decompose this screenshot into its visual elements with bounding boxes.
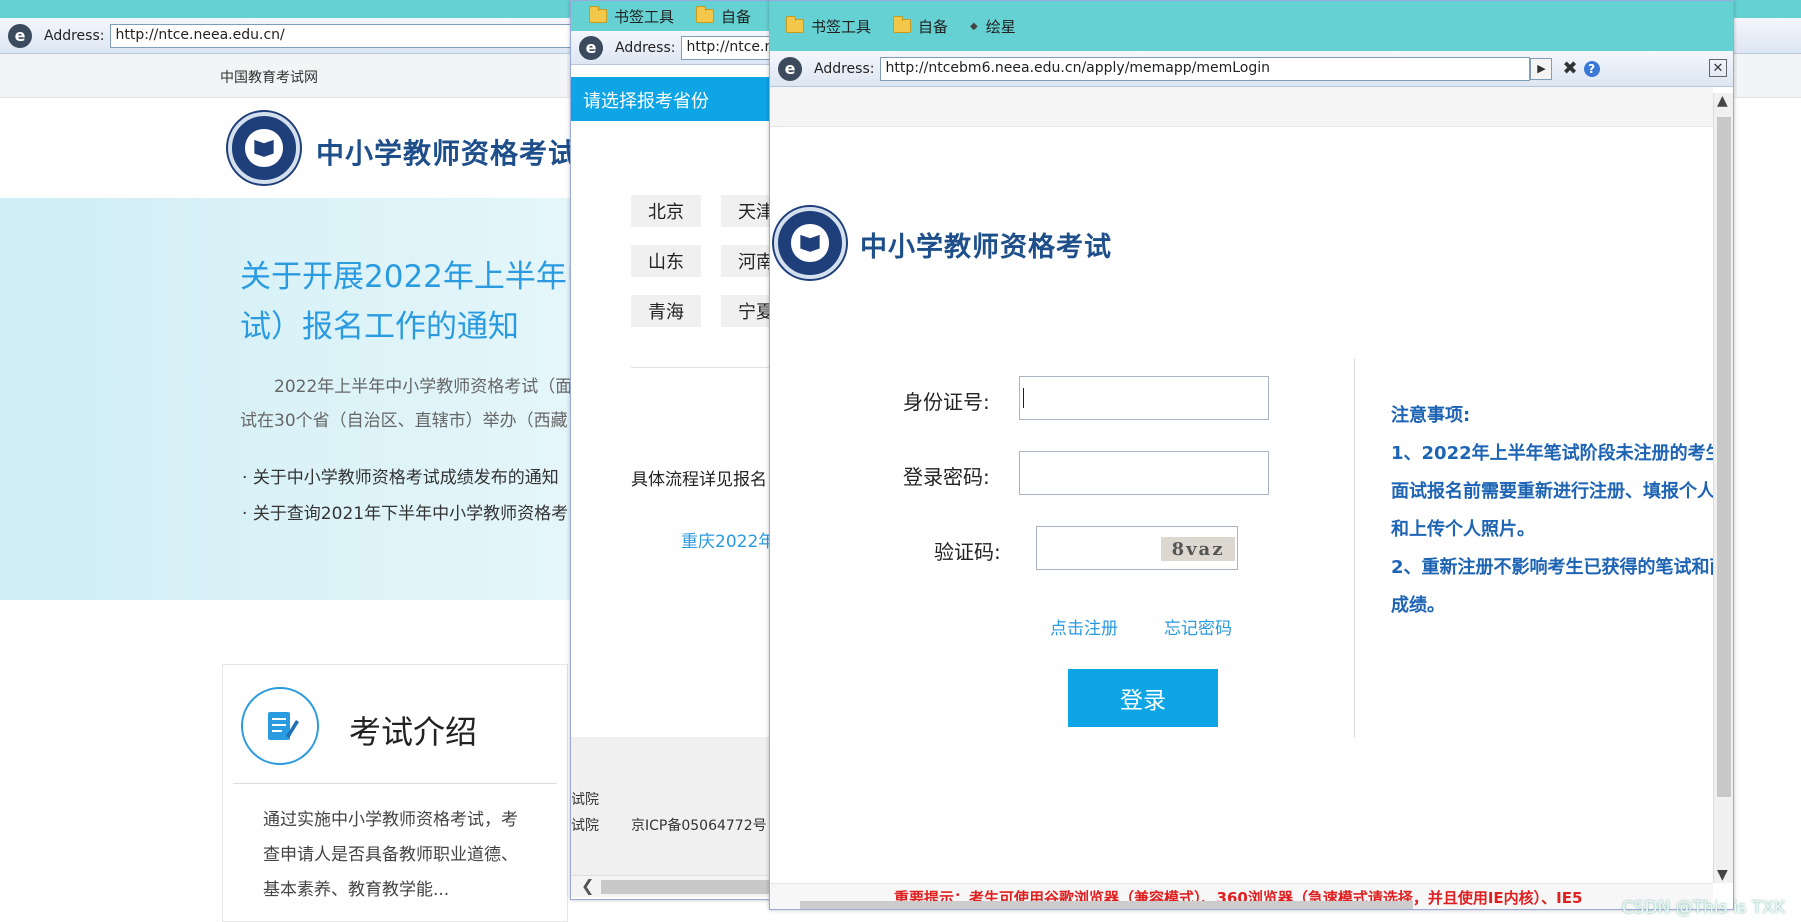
- address-label: Address:: [615, 39, 676, 56]
- folder-icon: [786, 16, 804, 33]
- help-icon[interactable]: ?: [1583, 60, 1600, 77]
- headline-summary: 2022年上半年中小学教师资格考试（面 试在30个省（自治区、直辖市）举办（西藏: [240, 377, 573, 431]
- province-beijing[interactable]: 北京: [631, 195, 701, 227]
- news-item[interactable]: · 关于查询2021年下半年中小学教师资格考: [242, 496, 568, 532]
- exam-seal-logo: [774, 207, 846, 279]
- address-bar: e Address: http://ntcebm6.neea.edu.cn/ap…: [770, 51, 1733, 87]
- intro-text: 通过实施中小学教师资格考试，考 查申请人是否具备教师职业道德、 基本素养、教育教…: [263, 810, 518, 900]
- province-qinghai[interactable]: 青海: [631, 295, 701, 327]
- scroll-up-icon[interactable]: ▲: [1717, 93, 1728, 109]
- chongqing-link[interactable]: 重庆2022年: [681, 527, 775, 552]
- divider: [1354, 359, 1355, 737]
- document-icon: [241, 687, 319, 765]
- site-icon: ◆: [970, 20, 978, 32]
- folder-icon: [696, 6, 715, 23]
- intro-title: 考试介绍: [349, 713, 478, 751]
- divider: [233, 783, 557, 784]
- news-list: · 关于中小学教师资格考试成绩发布的通知 · 关于查询2021年下半年中小学教师…: [242, 460, 568, 532]
- browser-e-icon: e: [579, 35, 603, 60]
- logo-title: 中小学教师资格考试: [860, 232, 1112, 263]
- bookmark-item[interactable]: ◆ 绘星: [970, 16, 1016, 37]
- address-input[interactable]: http://ntcebm6.neea.edu.cn/apply/memapp/…: [880, 56, 1531, 81]
- v-scrollbar[interactable]: ▲ ▼: [1713, 93, 1733, 883]
- scroll-thumb[interactable]: [1717, 117, 1731, 797]
- bookmark-item[interactable]: 书签工具: [786, 16, 871, 37]
- tools-icon[interactable]: ✖: [1562, 58, 1577, 79]
- browser-e-icon: e: [778, 56, 802, 81]
- scroll-left-icon[interactable]: ❮: [581, 876, 594, 895]
- bookmark-bar: 书签工具 自备 ◆ 绘星: [770, 1, 1733, 51]
- watermark: CSDN @This is TXK: [1621, 898, 1785, 918]
- bookmark-item[interactable]: 书签工具: [589, 6, 674, 27]
- folder-icon: [589, 6, 607, 23]
- bottom-warning-bar: 重要提示：考生可使用谷歌浏览器（兼容模式）、360浏览器（急速模式请选择，并且使…: [770, 883, 1713, 909]
- close-icon[interactable]: ✕: [1709, 59, 1727, 77]
- province-shandong[interactable]: 山东: [631, 245, 701, 277]
- icp-number: 京ICP备05064772号: [631, 818, 767, 834]
- notice-panel: 注意事项: 1、2022年上半年笔试阶段未注册的考生 面试报名前需要重新进行注册…: [1391, 397, 1715, 625]
- toolbar-strip: [770, 87, 1713, 127]
- exam-seal-logo: [228, 112, 300, 184]
- bookmark-item[interactable]: 自备: [893, 16, 948, 37]
- notice-title: 注意事项:: [1391, 405, 1471, 426]
- scroll-down-icon[interactable]: ▼: [1717, 867, 1728, 883]
- login-button[interactable]: 登录: [1068, 669, 1218, 727]
- forgot-password-link[interactable]: 忘记密码: [1164, 614, 1232, 639]
- bookmark-item[interactable]: 自备: [696, 6, 751, 27]
- h-scroll-thumb[interactable]: [800, 901, 1413, 909]
- intro-card: 考试介绍 通过实施中小学教师资格考试，考 查申请人是否具备教师职业道德、 基本素…: [222, 664, 568, 922]
- password-input[interactable]: [1019, 451, 1269, 495]
- login-window: 书签工具 自备 ◆ 绘星 e Address: http://ntcebm6.ne…: [769, 0, 1734, 910]
- captcha-label: 验证码:: [934, 540, 1001, 564]
- folder-icon: [893, 16, 912, 33]
- address-input[interactable]: http://ntce.neea.edu.cn/: [110, 23, 591, 48]
- text-cursor: [1023, 388, 1024, 408]
- browser-e-icon: e: [8, 23, 32, 48]
- address-label: Address:: [44, 27, 105, 44]
- captcha-input[interactable]: 8vaz: [1036, 526, 1238, 570]
- captcha-image[interactable]: 8vaz: [1161, 537, 1235, 561]
- go-arrow-icon[interactable]: ▶: [1530, 57, 1553, 80]
- process-text: 具体流程详见报名: [631, 470, 767, 490]
- headline[interactable]: 关于开展2022年上半年中 试）报名工作的通知: [240, 252, 598, 352]
- register-link[interactable]: 点击注册: [1050, 614, 1118, 639]
- site-link[interactable]: 中国教育考试网: [220, 67, 318, 87]
- id-label: 身份证号:: [903, 390, 990, 414]
- address-label: Address:: [814, 60, 875, 77]
- site-logo-title: 中小学教师资格考试: [316, 137, 578, 170]
- news-item[interactable]: · 关于中小学教师资格考试成绩发布的通知: [242, 460, 568, 496]
- password-label: 登录密码:: [903, 465, 990, 489]
- id-number-input[interactable]: [1019, 376, 1269, 420]
